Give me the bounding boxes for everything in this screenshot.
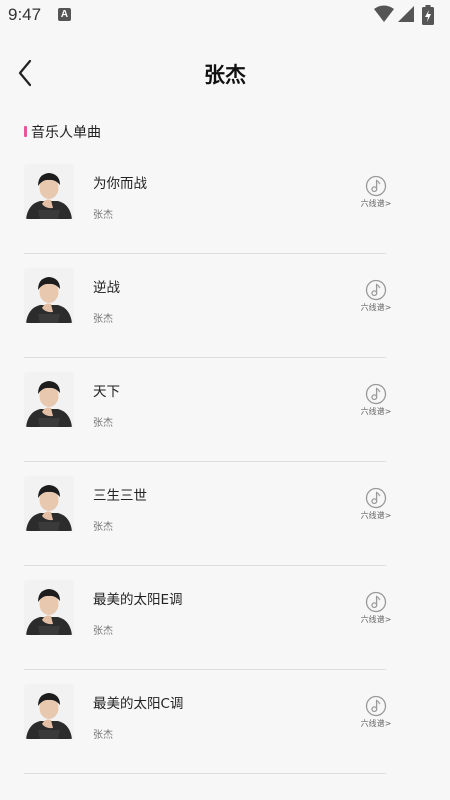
- song-list-item[interactable]: 最美的太阳C调 张杰 六线谱>: [24, 670, 391, 774]
- music-note-icon: [365, 383, 387, 405]
- top-bar: 张杰: [0, 45, 450, 101]
- app-screen: 9:47 A 张杰 音乐人单曲 为你而战 张杰 六线谱> 逆战 张杰 六线谱> …: [0, 0, 450, 800]
- guitar-tab-button[interactable]: 六线谱>: [360, 175, 392, 215]
- song-artist: 张杰: [93, 314, 113, 325]
- song-title: 最美的太阳C调: [93, 696, 184, 712]
- song-artist: 张杰: [93, 210, 113, 221]
- notification-badge: A: [58, 8, 71, 21]
- section-accent-bar: [24, 126, 27, 137]
- song-artist: 张杰: [93, 626, 113, 637]
- song-artist: 张杰: [93, 730, 113, 741]
- section-title: 音乐人单曲: [31, 125, 101, 141]
- status-bar: 9:47 A: [0, 0, 450, 30]
- song-list: 为你而战 张杰 六线谱> 逆战 张杰 六线谱> 天下 张杰 六线谱> 三生三世 …: [24, 150, 391, 774]
- guitar-tab-button[interactable]: 六线谱>: [360, 695, 392, 735]
- artist-avatar-thumbnail: [24, 476, 74, 531]
- guitar-tab-label: 六线谱>: [360, 303, 392, 312]
- song-title: 三生三世: [93, 488, 147, 504]
- song-list-item[interactable]: 天下 张杰 六线谱>: [24, 358, 391, 462]
- battery-charging-icon: [422, 5, 434, 25]
- status-icons: [374, 5, 444, 25]
- artist-avatar-thumbnail: [24, 164, 74, 219]
- guitar-tab-label: 六线谱>: [360, 199, 392, 208]
- song-title: 最美的太阳E调: [93, 592, 183, 608]
- song-title: 逆战: [93, 280, 120, 296]
- music-note-icon: [365, 175, 387, 197]
- music-note-icon: [365, 279, 387, 301]
- page-title: 张杰: [204, 63, 246, 87]
- song-title: 天下: [93, 384, 120, 400]
- artist-avatar-thumbnail: [24, 684, 74, 739]
- guitar-tab-button[interactable]: 六线谱>: [360, 383, 392, 423]
- guitar-tab-label: 六线谱>: [360, 719, 392, 728]
- song-artist: 张杰: [93, 418, 113, 429]
- guitar-tab-button[interactable]: 六线谱>: [360, 591, 392, 631]
- guitar-tab-label: 六线谱>: [360, 615, 392, 624]
- song-list-item[interactable]: 三生三世 张杰 六线谱>: [24, 462, 391, 566]
- song-list-item[interactable]: 逆战 张杰 六线谱>: [24, 254, 391, 358]
- guitar-tab-label: 六线谱>: [360, 511, 392, 520]
- status-time: 9:47: [8, 5, 42, 24]
- artist-avatar-thumbnail: [24, 580, 74, 635]
- guitar-tab-button[interactable]: 六线谱>: [360, 487, 392, 527]
- song-list-item[interactable]: 为你而战 张杰 六线谱>: [24, 150, 391, 254]
- artist-avatar-thumbnail: [24, 268, 74, 323]
- music-note-icon: [365, 487, 387, 509]
- wifi-icon: [374, 5, 394, 22]
- artist-avatar-thumbnail: [24, 372, 74, 427]
- music-note-icon: [365, 695, 387, 717]
- song-artist: 张杰: [93, 522, 113, 533]
- guitar-tab-label: 六线谱>: [360, 407, 392, 416]
- signal-icon: [398, 6, 414, 22]
- song-title: 为你而战: [93, 176, 147, 192]
- song-list-item[interactable]: 最美的太阳E调 张杰 六线谱>: [24, 566, 391, 670]
- guitar-tab-button[interactable]: 六线谱>: [360, 279, 392, 319]
- music-note-icon: [365, 591, 387, 613]
